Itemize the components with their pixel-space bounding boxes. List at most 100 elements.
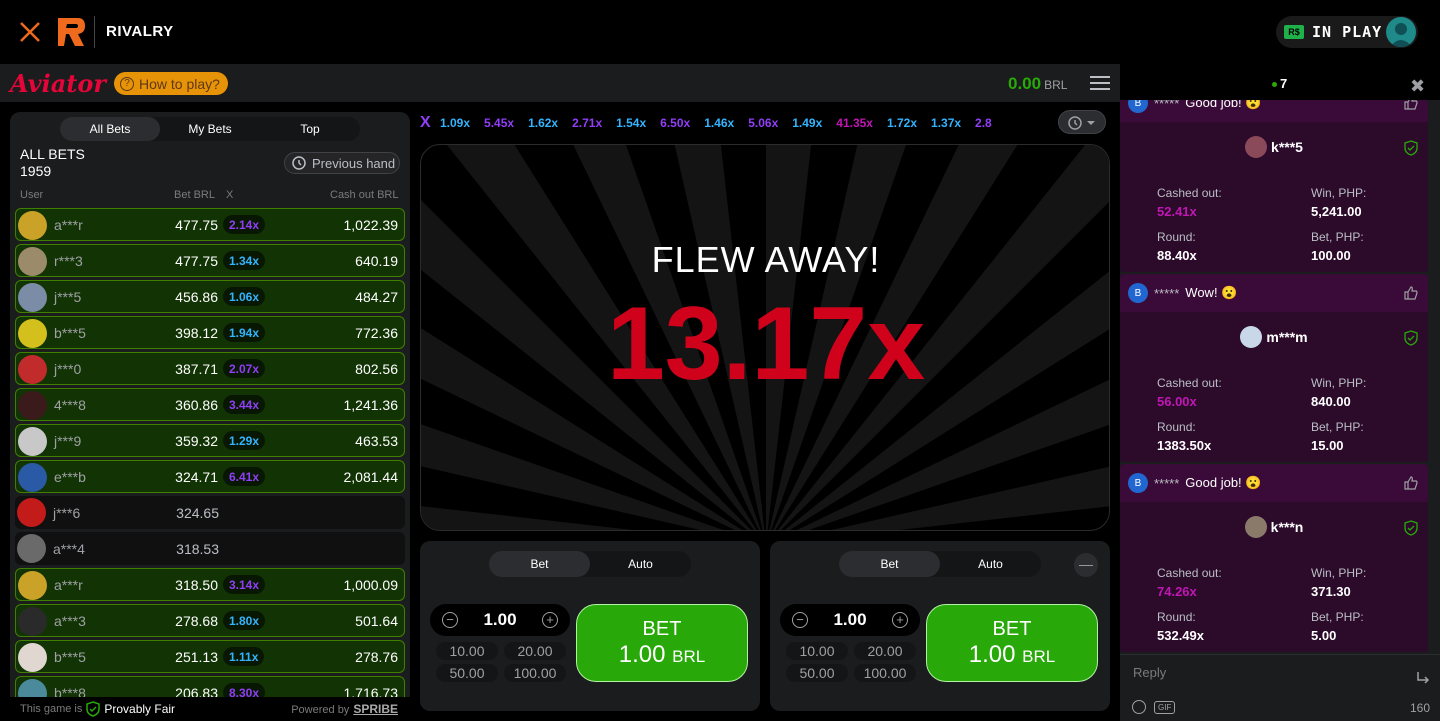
like-icon[interactable] — [1404, 476, 1418, 490]
brand-name[interactable]: RIVALRY — [106, 23, 174, 40]
close-chat-icon[interactable]: ✖ — [1410, 76, 1425, 97]
chat-header: 7 ✖ — [1120, 64, 1440, 100]
decrease-button[interactable]: − — [792, 612, 808, 628]
close-icon[interactable] — [18, 20, 42, 44]
send-icon[interactable] — [1416, 671, 1430, 685]
history-multiplier[interactable]: 1.54x — [616, 116, 646, 130]
round-label: Round: — [1157, 230, 1196, 244]
provably-fair-footer: This game is Provably Fair Powered by SPR… — [10, 697, 410, 721]
avatar — [18, 247, 47, 276]
history-multiplier[interactable]: 6.50x — [660, 116, 690, 130]
bet-user: e***b — [54, 468, 86, 485]
shield-check-icon[interactable] — [1404, 330, 1418, 346]
history-multiplier[interactable]: 1.49x — [792, 116, 822, 130]
round-value: 88.40x — [1157, 248, 1197, 263]
bet-row: r***3 477.75 1.34x 640.19 — [15, 244, 405, 277]
history-toggle-button[interactable] — [1058, 110, 1106, 134]
quick-amount-button[interactable]: 50.00 — [436, 664, 498, 682]
in-play-button[interactable]: R$ IN PLAY — [1276, 16, 1418, 48]
bet-multiplier: 1.34x — [223, 251, 266, 270]
tab-bet[interactable]: Bet — [489, 551, 590, 577]
bet-row: a***r 477.75 2.14x 1,022.39 — [15, 208, 405, 241]
quick-amount-button[interactable]: 20.00 — [854, 642, 916, 660]
avatar — [18, 427, 47, 456]
increase-button[interactable]: + — [892, 612, 908, 628]
bet-user: a***4 — [53, 540, 85, 557]
remove-panel-button[interactable]: — — [1074, 553, 1098, 577]
bet-row: a***4 318.53 — [15, 532, 405, 565]
history-multiplier[interactable]: 1.09x — [440, 116, 470, 130]
shield-check-icon[interactable] — [1404, 520, 1418, 536]
bet-user: 4***8 — [54, 396, 86, 413]
increase-button[interactable]: + — [542, 612, 558, 628]
history-multiplier[interactable]: 2.71x — [572, 116, 602, 130]
user-avatar[interactable] — [1386, 17, 1416, 47]
col-x: X — [226, 189, 234, 201]
like-icon[interactable] — [1404, 286, 1418, 300]
shared-win-card: k***5 Cashed out: 52.41x Win, PHP: 5,241… — [1120, 122, 1428, 272]
win-value: 371.30 — [1311, 584, 1351, 599]
win-label: Win, PHP: — [1311, 376, 1367, 390]
history-multiplier[interactable]: 2.8 — [975, 116, 992, 130]
history-multiplier[interactable]: 5.06x — [748, 116, 778, 130]
bet-row: a***r 318.50 3.14x 1,000.09 — [15, 568, 405, 601]
bet-row: b***5 251.13 1.11x 278.76 — [15, 640, 405, 673]
chat-panel: B ***** Good job! 😮 k***5 Cashed out: 52… — [1120, 64, 1440, 721]
previous-hand-label: Previous hand — [312, 155, 396, 171]
gif-button[interactable]: GIF — [1154, 701, 1176, 714]
bet-label: Bet, PHP: — [1311, 230, 1364, 244]
history-multiplier[interactable]: 1.62x — [528, 116, 558, 130]
shield-check-icon[interactable] — [1404, 140, 1418, 156]
provably-fair-link[interactable]: Provably Fair — [86, 701, 175, 717]
tab-bet[interactable]: Bet — [839, 551, 940, 577]
powered-by: Powered by SPRIBE — [291, 702, 398, 716]
how-to-play-button[interactable]: ? How to play? — [114, 72, 228, 95]
tab-auto[interactable]: Auto — [590, 551, 691, 577]
emoji-icon[interactable] — [1132, 700, 1146, 714]
bet-user: j***5 — [54, 288, 82, 305]
quick-amount-button[interactable]: 50.00 — [786, 664, 848, 682]
bet-amount: 324.65 — [176, 504, 219, 521]
bet-multiplier: 1.06x — [223, 287, 266, 306]
bet-user: a***3 — [54, 612, 86, 629]
history-x-icon: X — [420, 114, 431, 131]
cashed-out-label: Cashed out: — [1157, 376, 1222, 390]
bet-button[interactable]: BET 1.00 BRL — [576, 604, 748, 682]
history-multiplier[interactable]: 1.72x — [887, 116, 917, 130]
bet-amount-input[interactable]: 1.00 — [470, 610, 530, 630]
avatar — [18, 283, 47, 312]
bet-amount: 477.75 — [175, 252, 218, 269]
history-multiplier[interactable]: 1.37x — [931, 116, 961, 130]
quick-amount-button[interactable]: 100.00 — [504, 664, 566, 682]
rivalry-logo-icon[interactable] — [56, 16, 86, 48]
balance-amount: 0.00 — [1008, 74, 1042, 93]
history-multiplier[interactable]: 1.46x — [704, 116, 734, 130]
quick-amount-button[interactable]: 10.00 — [436, 642, 498, 660]
quick-amount-button[interactable]: 100.00 — [854, 664, 916, 682]
all-bets-title: ALL BETS — [20, 146, 85, 162]
previous-hand-button[interactable]: Previous hand — [284, 152, 400, 174]
crash-multiplier: 13.17x — [606, 286, 926, 402]
bet-multiplier: 1.80x — [223, 611, 266, 630]
how-to-play-label: How to play? — [139, 75, 220, 92]
bet-amount-input[interactable]: 1.00 — [820, 610, 880, 630]
tab-all-bets[interactable]: All Bets — [60, 117, 160, 141]
tab-auto[interactable]: Auto — [940, 551, 1041, 577]
bet-button-label: BET — [992, 617, 1032, 640]
tab-top[interactable]: Top — [260, 117, 360, 141]
quick-amount-button[interactable]: 10.00 — [786, 642, 848, 660]
menu-icon[interactable] — [1090, 76, 1110, 90]
decrease-button[interactable]: − — [442, 612, 458, 628]
history-multiplier[interactable]: 41.35x — [836, 116, 873, 130]
bet-multiplier: 6.41x — [223, 467, 266, 486]
cashed-out-label: Cashed out: — [1157, 186, 1222, 200]
quick-amount-button[interactable]: 20.00 — [504, 642, 566, 660]
reply-input[interactable]: Reply — [1133, 665, 1166, 680]
message-header: B ***** Wow! 😮 — [1120, 274, 1428, 312]
bet-button[interactable]: BET 1.00 BRL — [926, 604, 1098, 682]
bet-amount-stepper: − 1.00 + — [780, 604, 920, 636]
history-multiplier[interactable]: 5.45x — [484, 116, 514, 130]
bet-label: Bet, PHP: — [1311, 610, 1364, 624]
tab-my-bets[interactable]: My Bets — [160, 117, 260, 141]
message-user: ***** — [1154, 475, 1180, 491]
